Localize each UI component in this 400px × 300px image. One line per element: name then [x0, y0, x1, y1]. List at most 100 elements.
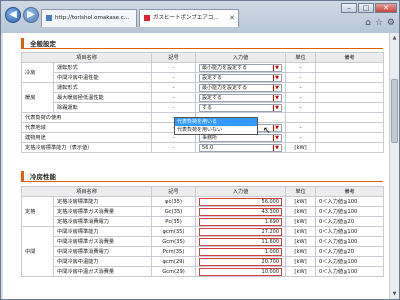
col-header-value: 入力値: [195, 186, 287, 197]
representative-load-dropdown[interactable]: 代表負荷を用いる 代表負荷を用いない: [174, 117, 258, 135]
symbol-cell: Gcm(29): [151, 266, 197, 277]
table-row: 中間冷房中温性能 - 設定する ▼ -: [22, 72, 385, 83]
mid-gas-input[interactable]: 11.600: [199, 237, 283, 246]
symbol-cell: Gcm(35): [151, 236, 197, 247]
item-label: 中間冷房標準能力: [52, 226, 153, 237]
item-label: 定格冷房標準ガス消費量: [52, 206, 153, 217]
minimize-button[interactable]: –: [341, 3, 357, 13]
note-cell: [315, 72, 385, 83]
unit-cell: -: [285, 72, 317, 83]
close-button[interactable]: ✕: [375, 3, 397, 13]
operation-mode-cooling-select[interactable]: 最小能力を設定する ▼: [199, 63, 283, 72]
unit-cell: [kW]: [285, 236, 317, 247]
symbol-cell: φcm(35): [151, 226, 197, 237]
mid-temp-gas-input[interactable]: 10.000: [199, 267, 283, 276]
item-label: 運転形式: [52, 62, 153, 73]
rated-capacity-select[interactable]: 56.0 ▼: [199, 143, 283, 152]
col-header-note: 備考: [315, 186, 385, 197]
scrollbar-thumb[interactable]: [391, 79, 398, 143]
note-cell: [315, 62, 385, 73]
tab-label: http://torishol.omakase.c…: [55, 15, 130, 21]
mid-power-input[interactable]: 1.000: [199, 247, 283, 256]
rated-gas-input[interactable]: 43.300: [199, 207, 283, 216]
chevron-down-icon: ▼: [273, 74, 280, 81]
favorites-star-icon[interactable]: ☆: [375, 18, 383, 28]
browser-titlebar: ◀ ▶ http://torishol.omakase.c… ガスヒートポンプエ…: [1, 1, 399, 33]
unit-cell: -: [285, 82, 317, 93]
unit-cell: -: [285, 92, 317, 103]
maximize-button[interactable]: □: [358, 3, 374, 13]
cooling-mid-temp-select[interactable]: 設定する ▼: [199, 73, 283, 82]
symbol-cell: Pc(35): [151, 216, 197, 227]
item-label: 定格冷房標準能力（表示値）: [20, 142, 153, 153]
group-label: 定格: [21, 196, 54, 227]
defrost-select[interactable]: する ▼: [199, 103, 283, 112]
note-cell: 0＜入力値≦20: [315, 216, 385, 227]
section-divider: [21, 181, 383, 182]
col-header-unit: 単位: [285, 52, 317, 63]
table-row: 定格冷房標準消費電力 Pc(35) 1.690 [kW] 0＜入力値≦20: [22, 216, 385, 227]
chevron-down-icon: ▼: [273, 124, 280, 131]
note-cell: 0＜入力値≦20: [315, 246, 385, 257]
back-button[interactable]: ◀: [5, 7, 21, 23]
col-header-symbol: 記号: [151, 186, 197, 197]
note-cell: 0＜入力値≦100: [315, 196, 385, 207]
unit-cell: [kW]: [285, 246, 317, 257]
browser-window: ◀ ▶ http://torishol.omakase.c… ガスヒートポンプエ…: [0, 0, 400, 300]
heating-low-temp-select[interactable]: 設定する ▼: [199, 93, 283, 102]
symbol-cell: -: [151, 82, 197, 93]
item-label: 中間冷房中温ガス消費量: [52, 266, 153, 277]
chevron-down-icon: ▼: [273, 94, 280, 101]
dropdown-option[interactable]: 代表負荷を用いる: [175, 118, 257, 126]
table-row: 定格冷房標準能力（表示値） - 56.0 ▼ [kW]: [20, 142, 385, 153]
home-icon[interactable]: ⌂: [365, 18, 371, 28]
unit-cell: -: [285, 102, 317, 113]
item-label: 代表地域: [20, 122, 153, 133]
scroll-up-icon[interactable]: ▲: [391, 34, 398, 42]
unit-cell: -: [285, 132, 317, 143]
symbol-cell: -: [151, 102, 197, 113]
mouse-cursor-icon: ↖: [263, 126, 271, 136]
unit-cell: [kW]: [285, 206, 317, 217]
note-cell: [315, 132, 385, 143]
chevron-down-icon: ▼: [273, 104, 280, 111]
table-row: 定格冷房標準ガス消費量 Gc(35) 43.300 [kW] 0＜入力値≦100: [22, 206, 385, 217]
table-row: 中間 中間冷房標準能力 φcm(35) 27.200 [kW] 0＜入力値≦10…: [21, 226, 385, 277]
table-row: 冷房 運転形式 - 最小能力を設定する ▼ -: [21, 62, 385, 83]
mid-temp-capacity-input[interactable]: 20.700: [199, 257, 283, 266]
symbol-cell: Pcm(35): [151, 246, 197, 257]
tab-address[interactable]: http://torishol.omakase.c…: [41, 9, 137, 27]
item-label: 中間冷房標準消費電力: [52, 246, 153, 257]
col-header-note: 備考: [315, 52, 385, 63]
forward-button[interactable]: ▶: [23, 7, 39, 23]
item-label: 中間冷房中温性能: [52, 72, 153, 83]
section-title-general: 全般設定: [21, 38, 56, 48]
item-label: 除霜運転: [52, 102, 153, 113]
vertical-scrollbar[interactable]: ▲ ▼: [389, 33, 399, 299]
table-row: 中間冷房中温能力 φcm(29) 20.700 [kW] 0＜入力値≦100: [22, 256, 385, 267]
general-settings-table: 項目名称 記号 入力値 単位 備考 冷房 運転形式 - 最小能力を設定する ▼ -…: [20, 52, 385, 153]
unit-cell: -: [285, 122, 317, 133]
gear-icon[interactable]: ⚙: [387, 18, 395, 28]
tab-active[interactable]: ガスヒートポンプエアコ… ✕: [139, 9, 239, 27]
rated-capacity-input[interactable]: 56.000: [199, 197, 283, 206]
group-label: 中間: [21, 226, 54, 277]
note-cell: 0＜入力値≦100: [315, 236, 385, 247]
note-cell: [315, 92, 385, 103]
rated-power-input[interactable]: 1.690: [199, 217, 283, 226]
chevron-down-icon: ▼: [273, 84, 280, 91]
item-label: 中間冷房標準ガス消費量: [52, 236, 153, 247]
symbol-cell: -: [151, 72, 197, 83]
close-tab-icon[interactable]: ✕: [229, 10, 235, 27]
item-label: 運転形式: [52, 82, 153, 93]
mid-capacity-input[interactable]: 27.200: [199, 227, 283, 236]
scroll-down-icon[interactable]: ▼: [391, 290, 398, 298]
col-header-item: 項目名称: [20, 186, 153, 197]
col-header-value: 入力値: [195, 52, 287, 63]
col-header-unit: 単位: [285, 186, 317, 197]
operation-mode-heating-select[interactable]: 最小能力を設定する ▼: [199, 83, 283, 92]
note-cell: 0＜入力値≦100: [315, 256, 385, 267]
dropdown-option[interactable]: 代表負荷を用いない: [175, 126, 257, 134]
unit-cell: [kW]: [285, 142, 317, 153]
symbol-cell: -: [151, 142, 197, 153]
